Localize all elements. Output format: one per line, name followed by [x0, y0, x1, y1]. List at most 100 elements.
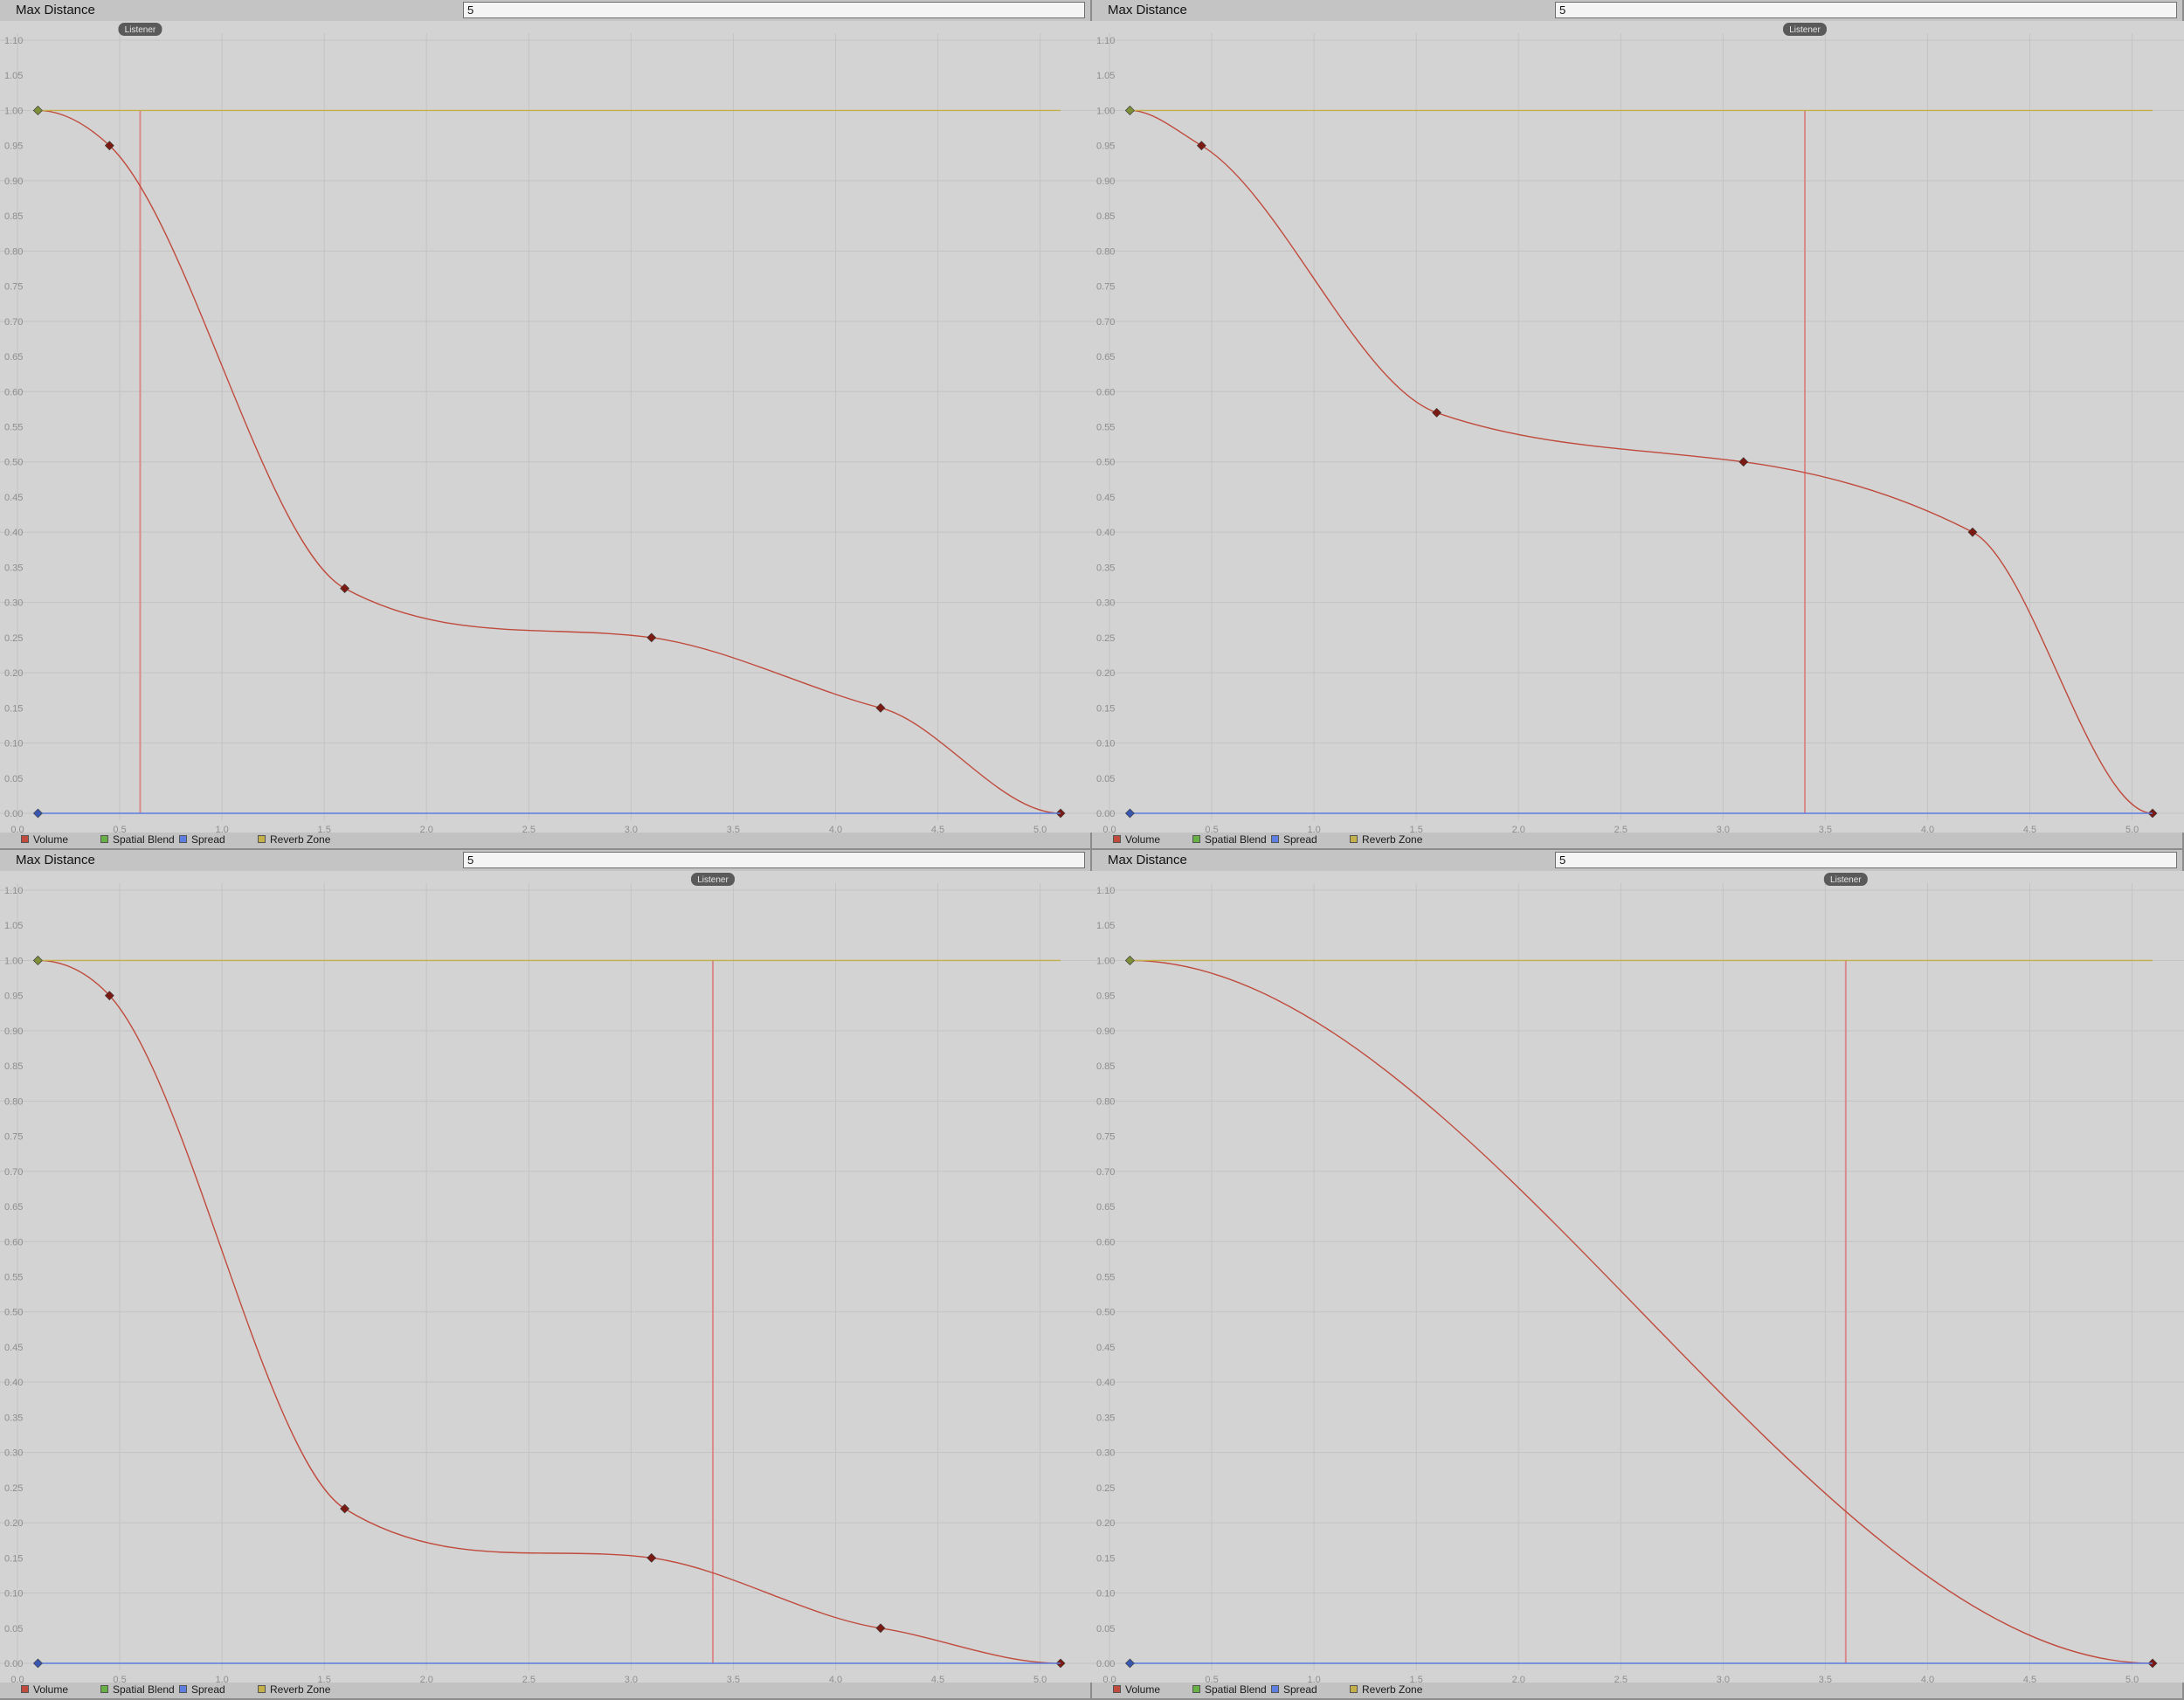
legend-label[interactable]: Spatial Blend	[1205, 1683, 1267, 1696]
rolloff-panel: Max Distance 5 0.0 0.5 1.0 1.5 2.0 2.5 3.0 3.5 4.0…	[1092, 850, 2184, 1700]
listener-label: Listener	[1789, 25, 1821, 35]
y-tick-label: 1.00	[4, 106, 23, 116]
legend-swatch[interactable]	[21, 1685, 29, 1693]
y-tick-label: 0.20	[1096, 668, 1115, 679]
y-tick-label: 0.70	[4, 317, 23, 328]
y-tick-label: 1.10	[1096, 36, 1115, 46]
y-tick-label: 1.05	[1096, 921, 1115, 931]
y-tick-label: 0.45	[4, 493, 23, 503]
audio-rolloff-editor-grid: Max Distance 5 0.0 0.5 1.0 1.5 2.0 2.5 3.0 3.5 4.0…	[0, 0, 2184, 1700]
y-tick-label: 0.40	[1096, 1378, 1115, 1388]
max-distance-field[interactable]: 5	[1555, 852, 2177, 868]
max-distance-label: Max Distance	[16, 853, 95, 867]
y-tick-label: 0.00	[1096, 809, 1115, 819]
y-tick-label: 0.80	[4, 1096, 23, 1107]
y-tick-label: 0.60	[4, 1237, 23, 1247]
legend-label[interactable]: Spread	[1283, 1683, 1317, 1696]
y-tick-label: 0.45	[1096, 1343, 1115, 1353]
y-tick-label: 0.65	[1096, 352, 1115, 363]
legend-label[interactable]: Reverb Zone	[270, 833, 330, 846]
rolloff-panel: Max Distance 5 0.0 0.5 1.0 1.5 2.0 2.5 3.0 3.5 4.0…	[1092, 0, 2184, 850]
y-tick-label: 0.55	[1096, 423, 1115, 433]
rolloff-panel: Max Distance 5 0.0 0.5 1.0 1.5 2.0 2.5 3.0 3.5 4.0…	[0, 850, 1092, 1700]
legend-label[interactable]: Spatial Blend	[1205, 833, 1267, 846]
legend-swatch[interactable]	[1192, 1685, 1200, 1693]
legend-swatch[interactable]	[1350, 1685, 1358, 1693]
curve-legend: Volume Spatial Blend Spread Reverb Zone	[1092, 831, 2182, 848]
y-tick-label: 0.20	[1096, 1518, 1115, 1529]
y-tick-label: 0.30	[1096, 598, 1115, 609]
y-tick-label: 0.70	[1096, 1167, 1115, 1178]
y-tick-label: 0.25	[4, 1483, 23, 1494]
y-tick-label: 0.10	[1096, 1589, 1115, 1600]
legend-label[interactable]: Spatial Blend	[113, 1683, 175, 1696]
y-tick-label: 0.60	[4, 387, 23, 397]
max-distance-label: Max Distance	[1108, 3, 1187, 17]
legend-swatch[interactable]	[100, 835, 108, 843]
legend-swatch[interactable]	[1350, 835, 1358, 843]
legend-swatch[interactable]	[1113, 835, 1121, 843]
y-tick-label: 0.00	[4, 809, 23, 819]
legend-label[interactable]: Spatial Blend	[113, 833, 175, 846]
y-tick-label: 0.25	[4, 633, 23, 644]
y-tick-label: 0.80	[1096, 246, 1115, 257]
y-tick-label: 1.10	[1096, 886, 1115, 896]
rolloff-panel: Max Distance 5 0.0 0.5 1.0 1.5 2.0 2.5 3.0 3.5 4.0…	[0, 0, 1092, 850]
y-tick-label: 0.85	[4, 211, 23, 222]
y-tick-label: 1.10	[4, 886, 23, 896]
y-tick-label: 0.55	[4, 423, 23, 433]
legend-label[interactable]: Volume	[1125, 1683, 1160, 1696]
y-tick-label: 0.65	[4, 352, 23, 363]
y-tick-label: 0.95	[4, 142, 23, 152]
max-distance-field[interactable]: 5	[1555, 2, 2177, 18]
legend-label[interactable]: Reverb Zone	[1362, 1683, 1422, 1696]
rolloff-curve-plot[interactable]: 0.0 0.5 1.0 1.5 2.0 2.5 3.0 3.5 4.0 4.5 5.00.000.0…	[0, 21, 1092, 833]
y-tick-label: 0.85	[1096, 1061, 1115, 1072]
y-tick-label: 0.40	[1096, 528, 1115, 538]
y-tick-label: 1.00	[4, 956, 23, 966]
y-tick-label: 0.30	[1096, 1448, 1115, 1459]
y-tick-label: 0.15	[4, 703, 23, 714]
legend-swatch[interactable]	[21, 835, 29, 843]
legend-swatch[interactable]	[1113, 1685, 1121, 1693]
legend-swatch[interactable]	[1271, 835, 1279, 843]
rolloff-curve-plot[interactable]: 0.0 0.5 1.0 1.5 2.0 2.5 3.0 3.5 4.0 4.5 5.00.000.0…	[1092, 871, 2184, 1683]
legend-label[interactable]: Volume	[1125, 833, 1160, 846]
rolloff-curve-plot[interactable]: 0.0 0.5 1.0 1.5 2.0 2.5 3.0 3.5 4.0 4.5 5.00.000.0…	[0, 871, 1092, 1683]
panel-header: Max Distance 5	[0, 0, 1090, 22]
legend-label[interactable]: Volume	[33, 833, 68, 846]
y-tick-label: 1.10	[4, 36, 23, 46]
rolloff-curve-plot[interactable]: 0.0 0.5 1.0 1.5 2.0 2.5 3.0 3.5 4.0 4.5 5.00.000.0…	[1092, 21, 2184, 833]
y-tick-label: 0.50	[4, 458, 23, 468]
legend-swatch[interactable]	[179, 1685, 187, 1693]
legend-label[interactable]: Spread	[1283, 833, 1317, 846]
legend-swatch[interactable]	[258, 835, 266, 843]
y-tick-label: 0.10	[4, 1589, 23, 1600]
legend-swatch[interactable]	[1271, 1685, 1279, 1693]
y-tick-label: 0.30	[4, 598, 23, 609]
max-distance-field[interactable]: 5	[463, 852, 1085, 868]
y-tick-label: 0.05	[1096, 774, 1115, 784]
curve-legend: Volume Spatial Blend Spread Reverb Zone	[0, 1681, 1090, 1698]
y-tick-label: 0.55	[4, 1273, 23, 1283]
panel-header: Max Distance 5	[1092, 0, 2182, 22]
legend-swatch[interactable]	[1192, 835, 1200, 843]
legend-label[interactable]: Spread	[191, 1683, 225, 1696]
y-tick-label: 0.10	[4, 739, 23, 750]
legend-swatch[interactable]	[100, 1685, 108, 1693]
legend-label[interactable]: Volume	[33, 1683, 68, 1696]
max-distance-field[interactable]: 5	[463, 2, 1085, 18]
y-tick-label: 0.70	[1096, 317, 1115, 328]
legend-swatch[interactable]	[179, 835, 187, 843]
y-tick-label: 0.00	[4, 1659, 23, 1669]
legend-label[interactable]: Reverb Zone	[1362, 833, 1422, 846]
legend-label[interactable]: Spread	[191, 833, 225, 846]
y-tick-label: 0.85	[1096, 211, 1115, 222]
y-tick-label: 0.90	[4, 176, 23, 187]
legend-label[interactable]: Reverb Zone	[270, 1683, 330, 1696]
y-tick-label: 0.05	[1096, 1624, 1115, 1634]
y-tick-label: 0.20	[4, 1518, 23, 1529]
legend-swatch[interactable]	[258, 1685, 266, 1693]
y-tick-label: 0.85	[4, 1061, 23, 1072]
y-tick-label: 0.80	[1096, 1096, 1115, 1107]
